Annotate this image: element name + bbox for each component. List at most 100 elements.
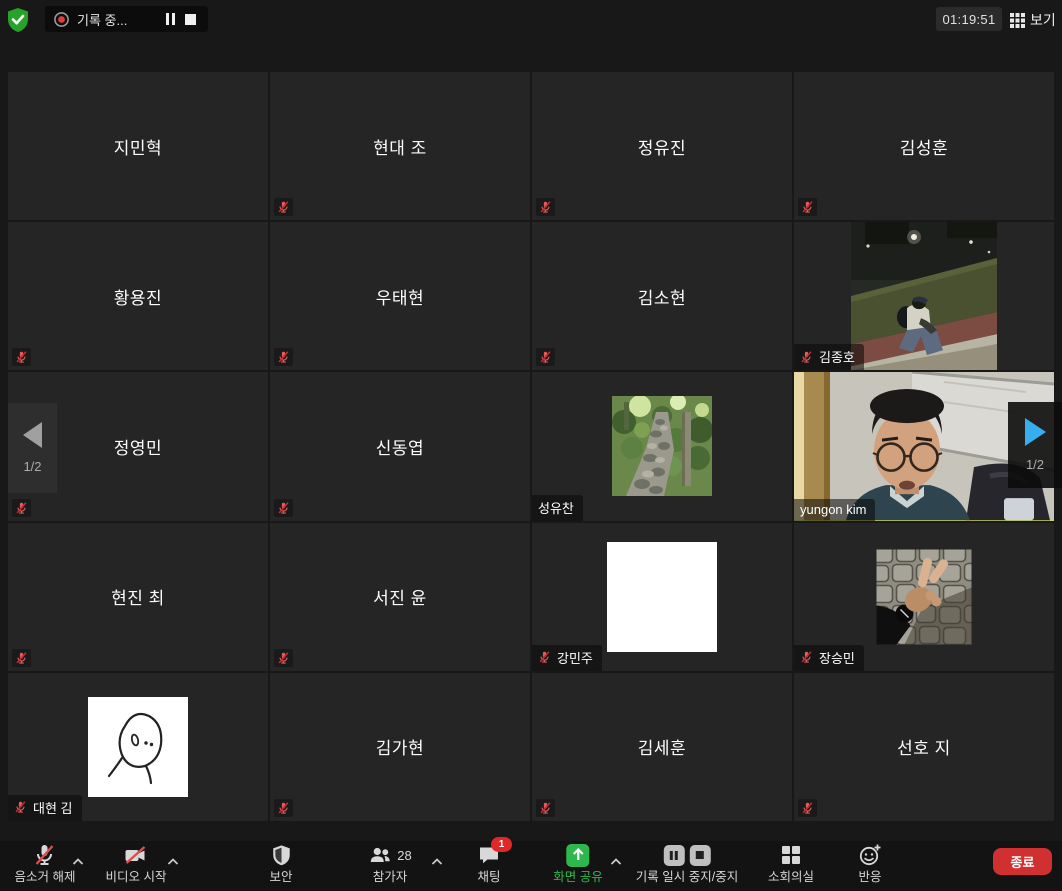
mic-muted-icon xyxy=(33,843,57,867)
participants-count: 28 xyxy=(397,848,411,863)
view-button[interactable]: 보기 xyxy=(1010,9,1056,31)
participant-name: 김성훈 xyxy=(794,72,1054,220)
participant-name-label: 대현 김 xyxy=(8,795,82,821)
share-screen-label: 화면 공유 xyxy=(553,871,602,884)
meeting-security-shield-icon[interactable] xyxy=(6,7,30,33)
reactions-button[interactable]: 반응 xyxy=(858,843,882,884)
recording-controls[interactable]: 기록 일시 중지/중지 xyxy=(636,843,738,884)
unmute-button[interactable]: 음소거 해제 xyxy=(15,843,76,884)
participant-tile[interactable]: 선호 지 xyxy=(794,673,1054,821)
participant-tile[interactable]: 우태현 xyxy=(270,222,530,370)
participant-tile[interactable]: 황용진 xyxy=(8,222,268,370)
participant-name-label: 성유찬 xyxy=(532,495,583,521)
pause-recording-icon[interactable] xyxy=(160,9,180,29)
participant-name: 황용진 xyxy=(8,222,268,370)
participant-tile[interactable]: 서진 윤 xyxy=(270,523,530,671)
mic-muted-icon xyxy=(12,649,31,667)
participant-name: 현대 조 xyxy=(270,72,530,220)
participants-button[interactable]: 28 참가자 xyxy=(368,843,411,884)
participant-avatar xyxy=(877,549,972,644)
participant-name: 선호 지 xyxy=(794,673,1054,821)
share-options-chevron[interactable] xyxy=(611,852,622,870)
breakout-rooms-label: 소회의실 xyxy=(768,871,814,884)
pause-recording-toolbar-icon[interactable] xyxy=(663,845,684,866)
participant-avatar xyxy=(607,542,717,652)
nav-next-icon xyxy=(1025,418,1046,446)
participant-name-label: yungon kim xyxy=(794,499,875,521)
participants-icon xyxy=(368,843,392,867)
mic-muted-icon xyxy=(274,649,293,667)
participant-name: 서진 윤 xyxy=(270,523,530,671)
participant-tile[interactable]: 김종호 xyxy=(794,222,1054,370)
page-indicator: 1/2 xyxy=(1026,457,1044,472)
participant-tile[interactable]: 장승민 xyxy=(794,523,1054,671)
gallery-grid: 지민혁현대 조정유진김성훈황용진우태현김소현김종호정영민신동엽성유찬yungon… xyxy=(8,72,1054,821)
participant-name: 장승민 xyxy=(819,648,855,667)
participant-tile[interactable]: 현진 최 xyxy=(8,523,268,671)
participant-tile[interactable]: 김가현 xyxy=(270,673,530,821)
breakout-rooms-icon xyxy=(780,843,802,867)
participant-tile[interactable]: 대현 김 xyxy=(8,673,268,821)
participant-tile[interactable]: 정유진 xyxy=(532,72,792,220)
participant-name: 김가현 xyxy=(270,673,530,821)
participant-name-label: 장승민 xyxy=(794,645,864,671)
participant-name: 신동엽 xyxy=(270,372,530,520)
mic-muted-icon xyxy=(12,348,31,366)
participants-options-chevron[interactable] xyxy=(432,852,443,870)
participant-name: 김종호 xyxy=(819,347,855,366)
reactions-label: 반응 xyxy=(858,871,881,884)
participant-tile[interactable]: 김성훈 xyxy=(794,72,1054,220)
recording-controls-label: 기록 일시 중지/중지 xyxy=(636,871,738,884)
mic-muted-icon xyxy=(274,799,293,817)
participant-name: 김소현 xyxy=(532,222,792,370)
participant-avatar xyxy=(612,396,712,496)
mic-muted-icon xyxy=(12,499,31,517)
participant-name-label: 김종호 xyxy=(794,344,864,370)
recording-status-text: 기록 중... xyxy=(77,10,127,29)
security-label: 보안 xyxy=(269,871,292,884)
participant-name-label: 강민주 xyxy=(532,645,602,671)
audio-options-chevron[interactable] xyxy=(73,852,84,870)
gallery-prev-page-button[interactable]: 1/2 xyxy=(8,403,57,493)
unmute-label: 음소거 해제 xyxy=(15,871,76,884)
mic-muted-icon xyxy=(536,198,555,216)
stop-recording-icon[interactable] xyxy=(180,9,200,29)
participants-label: 참가자 xyxy=(373,871,408,884)
video-options-chevron[interactable] xyxy=(168,852,179,870)
participant-tile[interactable]: 성유찬 xyxy=(532,372,792,520)
share-screen-icon xyxy=(566,844,589,867)
mic-muted-icon xyxy=(274,348,293,366)
chat-button[interactable]: 1 채팅 xyxy=(477,843,501,884)
security-button[interactable]: 보안 xyxy=(269,843,292,884)
nav-prev-icon xyxy=(23,422,42,448)
mic-muted-icon xyxy=(536,799,555,817)
start-video-button[interactable]: 비디오 시작 xyxy=(106,843,167,884)
participant-tile[interactable]: 지민혁 xyxy=(8,72,268,220)
mic-muted-icon xyxy=(800,350,813,364)
participant-tile[interactable]: 김소현 xyxy=(532,222,792,370)
view-button-label: 보기 xyxy=(1030,10,1056,30)
participant-name: 대현 김 xyxy=(33,798,73,817)
end-meeting-button[interactable]: 종료 xyxy=(993,848,1052,875)
mic-muted-icon xyxy=(538,650,551,664)
breakout-rooms-button[interactable]: 소회의실 xyxy=(768,843,814,884)
mic-muted-icon xyxy=(274,198,293,216)
share-screen-button[interactable]: 화면 공유 xyxy=(553,843,602,884)
participant-name: 우태현 xyxy=(270,222,530,370)
participant-name: 정유진 xyxy=(532,72,792,220)
gallery-next-page-button[interactable]: 1/2 xyxy=(1008,402,1062,488)
chat-label: 채팅 xyxy=(477,871,500,884)
participant-tile[interactable]: 강민주 xyxy=(532,523,792,671)
participant-avatar xyxy=(88,697,188,797)
participant-tile[interactable]: 신동엽 xyxy=(270,372,530,520)
start-video-label: 비디오 시작 xyxy=(106,871,167,884)
participant-tile[interactable]: 김세훈 xyxy=(532,673,792,821)
record-indicator-icon xyxy=(53,11,70,28)
participant-name: 현진 최 xyxy=(8,523,268,671)
participant-name: 김세훈 xyxy=(532,673,792,821)
security-icon xyxy=(270,843,292,867)
participant-name: yungon kim xyxy=(800,502,866,517)
stop-recording-toolbar-icon[interactable] xyxy=(689,845,710,866)
meeting-timer: 01:19:51 xyxy=(936,7,1002,31)
participant-tile[interactable]: 현대 조 xyxy=(270,72,530,220)
